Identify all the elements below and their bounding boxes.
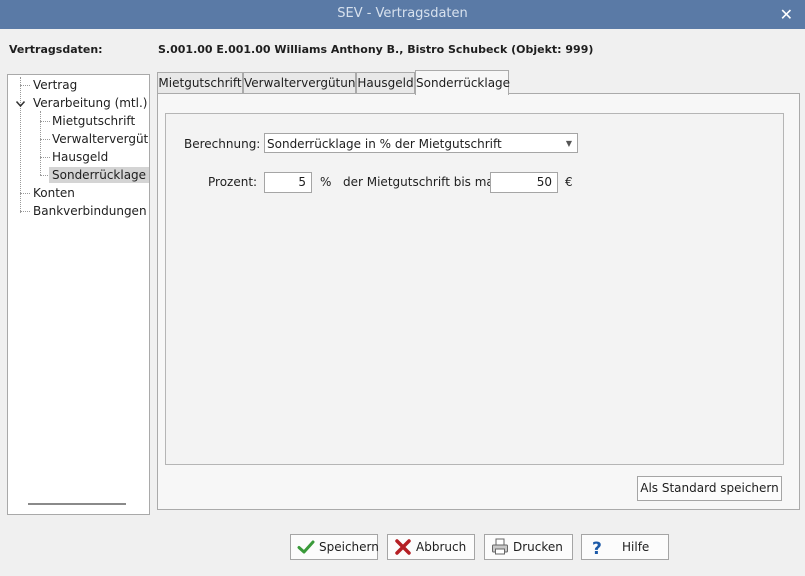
tab-panel-sonderruecklage: Berechnung: Sonderrücklage in % der Miet…	[157, 93, 800, 510]
save-as-standard-button[interactable]: Als Standard speichern	[637, 476, 782, 501]
mietgutschrift-max-label: der Mietgutschrift bis max.	[343, 175, 505, 189]
save-button[interactable]: Speichern	[290, 534, 379, 560]
tree-item-sonderruecklage[interactable]: Sonderrücklage	[49, 167, 149, 183]
cross-icon	[394, 538, 412, 556]
close-icon[interactable]: ✕	[780, 5, 793, 24]
tree-item-konten[interactable]: Konten	[33, 185, 75, 201]
window-title: SEV - Vertragsdaten	[337, 6, 468, 21]
tree-connector	[20, 193, 30, 194]
berechnung-select[interactable]: Sonderrücklage in % der Mietgutschrift ▼	[264, 133, 578, 153]
tree-connector	[20, 211, 30, 212]
tree-item-verwalterverguetung[interactable]: Verwaltervergütun	[52, 131, 149, 147]
chevron-down-icon[interactable]	[15, 97, 26, 110]
tab-verwalterverguetung[interactable]: Verwaltervergütung	[243, 72, 363, 94]
tree-item-vertrag[interactable]: Vertrag	[33, 77, 77, 93]
tree-item-verarbeitung[interactable]: Verarbeitung (mtl.)	[33, 95, 147, 111]
tree-connector	[40, 121, 50, 122]
title-bar: SEV - Vertragsdaten ✕	[0, 0, 805, 29]
currency-unit: €	[565, 175, 573, 189]
prozent-label: Prozent:	[208, 175, 258, 189]
tree-item-bankverbindungen[interactable]: Bankverbindungen	[33, 203, 147, 219]
print-button-label: Drucken	[513, 540, 563, 554]
question-mark-icon: ?	[588, 538, 606, 559]
contract-header: S.001.00 E.001.00 Williams Anthony B., B…	[158, 43, 594, 56]
print-button[interactable]: Drucken	[484, 534, 573, 560]
max-input[interactable]: 50	[490, 172, 558, 193]
dropdown-arrow-icon[interactable]: ▼	[566, 134, 572, 154]
svg-text:?: ?	[592, 539, 602, 556]
checkmark-icon	[297, 538, 315, 556]
vertragsdaten-label: Vertragsdaten:	[9, 43, 103, 56]
printer-icon	[491, 538, 509, 556]
tree-item-hausgeld[interactable]: Hausgeld	[52, 149, 108, 165]
tab-sonderruecklage[interactable]: Sonderrücklage	[415, 70, 510, 95]
save-button-label: Speichern	[319, 540, 379, 554]
tree-connector	[20, 85, 30, 86]
cancel-button[interactable]: Abbruch	[387, 534, 475, 560]
percent-unit: %	[320, 175, 332, 189]
form-group: Berechnung: Sonderrücklage in % der Miet…	[165, 113, 784, 465]
cancel-button-label: Abbruch	[416, 540, 467, 554]
tree-connector	[40, 139, 50, 140]
tree-item-mietgutschrift[interactable]: Mietgutschrift	[52, 113, 135, 129]
tab-mietgutschrift[interactable]: Mietgutschrift	[157, 72, 243, 94]
tab-hausgeld[interactable]: Hausgeld	[356, 72, 415, 94]
help-button-label: Hilfe	[622, 540, 650, 554]
tree-connector	[40, 157, 50, 158]
prozent-input[interactable]: 5	[264, 172, 312, 193]
navigation-tree: Vertrag Verarbeitung (mtl.) Mietgutschri…	[7, 74, 150, 515]
berechnung-label: Berechnung:	[184, 137, 261, 151]
help-button[interactable]: ? Hilfe	[581, 534, 669, 560]
berechnung-selected-value: Sonderrücklage in % der Mietgutschrift	[267, 137, 502, 151]
horizontal-scrollbar[interactable]	[28, 503, 126, 505]
